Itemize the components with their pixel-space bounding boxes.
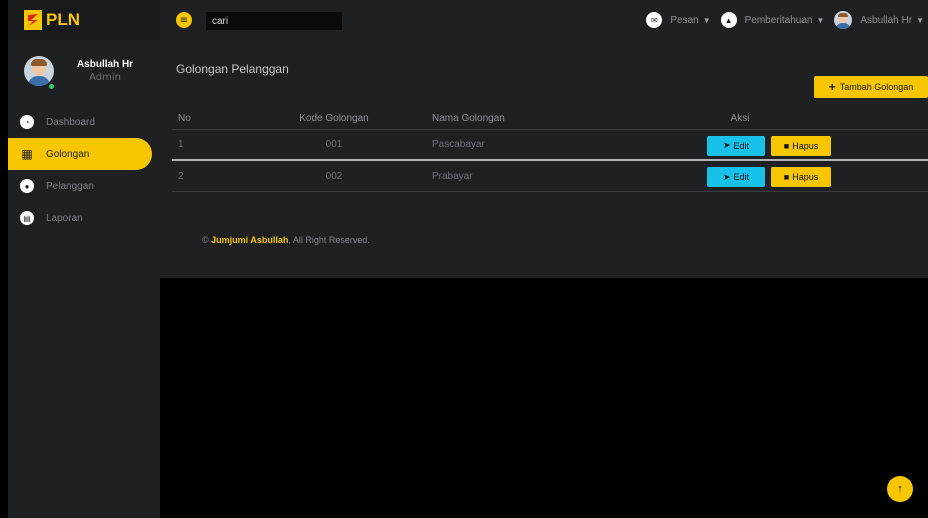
sidebar-item-label: Golongan xyxy=(46,148,90,160)
edit-button[interactable]: ➤ Edit xyxy=(707,135,765,156)
envelope-icon: ✉ xyxy=(646,12,663,28)
cell-aksi: ➤ Edit ■ Hapus xyxy=(542,134,928,156)
cell-aksi: ➤ Edit ■ Hapus xyxy=(542,165,928,187)
add-golongan-label: Tambah Golongan xyxy=(839,82,914,92)
messages-dropdown[interactable]: ✉ Pesan ▼ xyxy=(646,12,711,28)
cell-kode: 002 xyxy=(325,170,343,182)
header-nama: Nama Golongan xyxy=(432,113,505,124)
cell-nama: Pascabayar xyxy=(432,139,485,150)
header-aksi: Aksi xyxy=(730,113,750,124)
user-label: Asbullah Hr xyxy=(860,14,913,26)
edit-button[interactable]: ➤ Edit xyxy=(707,167,765,187)
header-kode: Kode Golongan xyxy=(299,113,369,124)
cell-no: 1 xyxy=(178,139,184,150)
footer-copyright: © Jumjumi Asbullah, All Right Reserved. xyxy=(202,235,370,245)
add-golongan-button[interactable]: + Tambah Golongan xyxy=(814,76,928,98)
edit-label: Edit xyxy=(733,172,750,182)
table-row: 2 002 Prabayar ➤ Edit ■ Hapus xyxy=(172,161,928,192)
edit-label: Edit xyxy=(733,140,750,151)
scroll-to-top-button[interactable]: ↑ xyxy=(887,476,913,502)
users-icon: ● xyxy=(20,179,34,193)
main-content: Golongan Pelanggan + Tambah Golongan No … xyxy=(160,40,928,278)
notifications-label: Pemberitahuan xyxy=(744,14,813,26)
bell-icon: ▲ xyxy=(720,12,737,28)
chevron-down-icon: ▼ xyxy=(916,15,924,25)
sidebar-item-laporan[interactable]: ▤ Laporan xyxy=(8,202,160,234)
copyright-symbol: © xyxy=(202,235,209,245)
profile-card: Asbullah Hr Admin xyxy=(24,56,140,86)
profile-role: Admin xyxy=(89,72,121,83)
footer-author-link[interactable]: Jumjumi Asbullah xyxy=(211,235,288,245)
sidebar-nav: ◔ Dashboard ▦ Golongan ● Pelanggan ▤ Lap… xyxy=(8,106,160,234)
sidebar-item-pelanggan[interactable]: ● Pelanggan xyxy=(8,170,160,202)
sidebar-item-golongan[interactable]: ▦ Golongan xyxy=(8,138,152,170)
sidebar-item-dashboard[interactable]: ◔ Dashboard xyxy=(8,106,160,138)
header-no: No xyxy=(178,113,191,124)
notifications-dropdown[interactable]: ▲ Pemberitahuan ▼ xyxy=(720,12,825,28)
online-status-icon xyxy=(47,82,56,91)
cell-nama: Prabayar xyxy=(432,170,473,182)
sidebar-item-label: Laporan xyxy=(46,212,83,224)
brand-name: PLN xyxy=(46,10,80,29)
sidebar-item-label: Pelanggan xyxy=(46,180,94,192)
search-input[interactable] xyxy=(206,12,342,30)
send-icon: ➤ xyxy=(722,140,731,150)
delete-button[interactable]: ■ Hapus xyxy=(771,135,831,156)
chevron-down-icon: ▼ xyxy=(816,15,825,25)
arrow-up-icon: ↑ xyxy=(897,483,903,495)
footer-suffix: , All Right Reserved. xyxy=(288,235,370,245)
brand-logo[interactable]: PLN xyxy=(8,0,160,40)
dashboard-icon: ◔ xyxy=(20,115,34,129)
menu-toggle-icon[interactable]: ≡ xyxy=(176,12,192,28)
table-row: 1 001 Pascabayar ➤ Edit ■ Hapus xyxy=(172,130,928,161)
sidebar: PLN Asbullah Hr Admin ◔ Dashboard ▦ Golo… xyxy=(8,0,160,518)
report-icon: ▤ xyxy=(20,211,34,225)
table-header: No Kode Golongan Nama Golongan Aksi xyxy=(172,108,928,130)
profile-name: Asbullah Hr xyxy=(76,59,134,70)
cell-kode: 001 xyxy=(325,139,343,150)
golongan-table: No Kode Golongan Nama Golongan Aksi 1 00… xyxy=(172,108,928,192)
grid-icon: ▦ xyxy=(21,147,33,161)
user-dropdown[interactable]: Asbullah Hr ▼ xyxy=(834,11,924,29)
topbar: ≡ ✉ Pesan ▼ ▲ Pemberitahuan ▼ Asbullah H… xyxy=(160,0,928,40)
trash-icon: ■ xyxy=(783,140,790,151)
chevron-down-icon: ▼ xyxy=(702,15,711,25)
pln-logo-icon xyxy=(24,10,42,30)
user-avatar xyxy=(834,11,853,29)
delete-label: Hapus xyxy=(792,172,819,182)
page-title: Golongan Pelanggan xyxy=(176,62,289,76)
plus-icon: + xyxy=(828,80,836,94)
delete-button[interactable]: ■ Hapus xyxy=(771,167,831,187)
sidebar-item-label: Dashboard xyxy=(46,116,95,128)
cell-no: 2 xyxy=(178,170,184,182)
send-icon: ➤ xyxy=(722,171,731,182)
delete-label: Hapus xyxy=(792,140,819,151)
messages-label: Pesan xyxy=(670,14,699,26)
trash-icon: ■ xyxy=(783,172,790,182)
